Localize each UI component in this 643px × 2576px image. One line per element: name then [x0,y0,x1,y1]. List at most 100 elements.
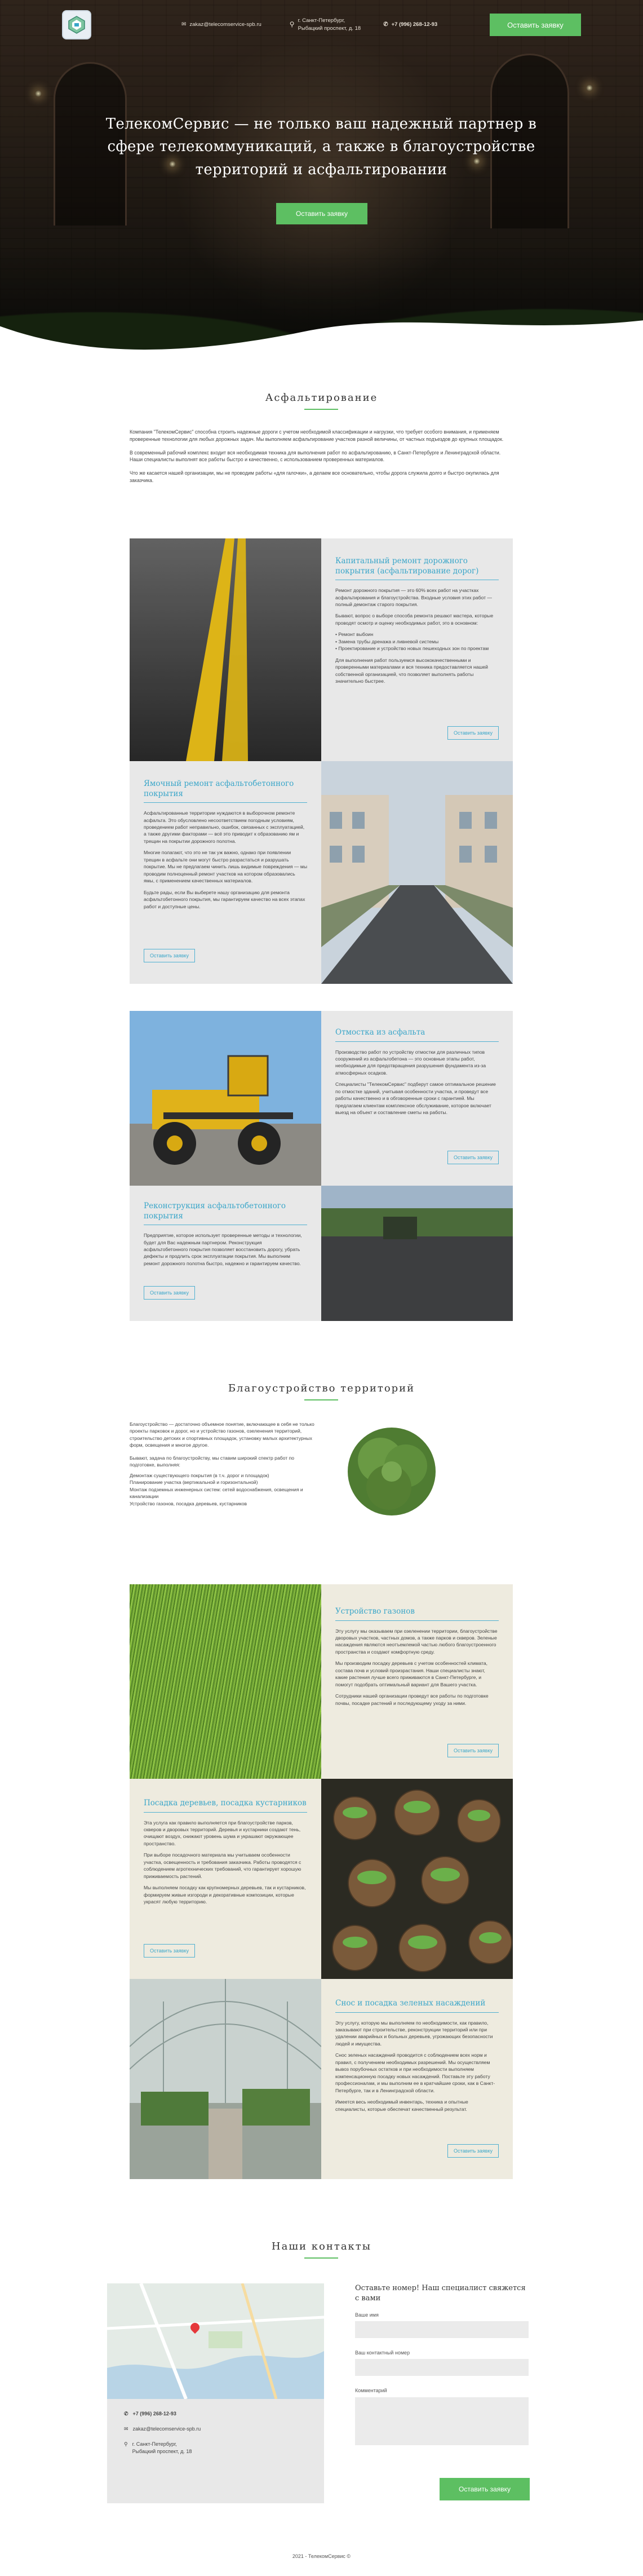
footer-copyright: 2021 - ТелекомСервис © [292,2553,351,2559]
hero-wave-divider [0,320,643,361]
contact-phone[interactable]: ✆ +7 (996) 268-12-93 [124,2410,324,2418]
comment-textarea[interactable] [355,2397,529,2445]
list-item: Ремонт выбоин [335,631,499,638]
title-underline [304,1399,338,1400]
asphalt-card-capital-repair: Капитальный ремонт дорожного покрытия (а… [130,538,513,761]
list-item: Проектирование и устройство новых пешехо… [335,645,499,652]
grass-image [130,1584,321,1779]
company-logo[interactable] [62,10,91,39]
title-underline [304,2257,338,2259]
fresh-asphalt-image [321,1186,513,1321]
list-item: Монтаж подземных инженерных систем: сете… [130,1486,303,1500]
shrub-illustration [348,1428,436,1515]
order-button[interactable]: Оставить заявку [144,949,195,962]
card-paragraph: Эта услуга как правило выполняется при б… [144,1819,301,1846]
card-paragraph: Снос зеленых насаждений проводится с соб… [335,2052,495,2093]
phone-label: Ваш контактный номер [355,2350,410,2356]
greenhouse-image [130,1979,321,2179]
order-button[interactable]: Оставить заявку [144,1944,195,1958]
card-paragraph: Мы выполняем посадку как крупномерных де… [144,1885,306,1905]
phone-input[interactable] [355,2359,529,2376]
card-paragraph: Асфальтированные территории нуждаются в … [144,810,305,844]
card-paragraph: Предприятие, которое использует проверен… [144,1232,302,1266]
road-illustration [130,538,321,761]
envelope-icon: ✉ [124,2426,128,2432]
header-phone[interactable]: ✆ +7 (996) 268-12-93 [383,21,437,29]
submit-button[interactable]: Оставить заявку [440,2478,530,2500]
name-input[interactable] [355,2321,529,2339]
asphalt-intro-p1: Компания "ТелекомСервис" способна строит… [130,429,504,442]
order-button[interactable]: Оставить заявку [447,1151,499,1164]
asphalt-card-reconstruction: Реконструкция асфальтобетонного покрытия… [130,1186,513,1321]
card-title: Реконструкция асфальтобетонного покрытия [144,1201,307,1226]
name-label: Ваше имя [355,2312,379,2318]
hero-title: ТелекомСервис — не только ваш надежный п… [105,116,537,178]
greenhouse-illustration [130,1979,321,2179]
asphalt-intro-p2: В современный рабочий комплекс входит вс… [130,449,501,463]
order-button[interactable]: Оставить заявку [144,1286,195,1300]
map[interactable] [107,2283,324,2399]
card-title: Посадка деревьев, посадка кустарников [144,1799,307,1813]
landscaping-card-lawn: Устройство газонов Эту услугу мы оказыва… [130,1584,513,1779]
map-pin-icon: ⚲ [289,20,295,29]
seedlings-illustration [321,1779,513,1979]
hero-cta-button[interactable]: Оставить заявку [276,203,367,224]
header-phone-text: +7 (996) 268-12-93 [391,21,438,28]
contact-address-line1: г. Санкт-Петербург, [132,2441,177,2447]
contact-address: ⚲ г. Санкт-Петербург, Рыбацкий проспект,… [124,2441,324,2455]
landscaping-intro-p2: Бывают, задача по благоустройству, мы ст… [130,1455,295,1468]
order-button[interactable]: Оставить заявку [447,2144,499,2158]
title-underline [304,409,338,410]
card-title: Ямочный ремонт асфальтобетонного покрыти… [144,779,307,803]
card-paragraph: Эту услугу мы оказываем при озеленении т… [335,1628,498,1655]
asphalt-intro: Компания "ТелекомСервис" способна строит… [130,428,513,491]
form-title: Оставьте номер! Наш специалист свяжется … [355,2284,526,2303]
card-paragraph: Эту услугу, которую мы выполняем по необ… [335,2020,493,2047]
asphalt-intro-p3: Что же касается нашей организации, мы не… [130,470,499,483]
header-address: ⚲ г. Санкт-Петербург, Рыбацкий проспект,… [290,17,361,33]
hero-section: ✉ zakaz@telecomservice-spb.ru ⚲ г. Санкт… [0,0,643,361]
card-paragraph: Специалисты "ТелекомСервис" подберут сам… [335,1081,496,1116]
phone-icon: ✆ [124,2411,128,2416]
header-email-text: zakaz@telecomservice-spb.ru [189,21,261,28]
header: ✉ zakaz@telecomservice-spb.ru ⚲ г. Санкт… [62,8,581,42]
callback-form: Оставьте номер! Наш специалист свяжется … [355,2283,530,2459]
landscaping-intro-p1: Благоустройство — достаточно объемное по… [130,1421,314,1448]
header-address-line1: г. Санкт-Петербург, [298,17,345,24]
order-button[interactable]: Оставить заявку [447,1744,499,1757]
envelope-icon: ✉ [181,21,187,28]
pothole-repair-text: Ямочный ремонт асфальтобетонного покрыти… [130,761,321,984]
card-paragraph: При выборе посадочного материала мы учит… [144,1852,301,1879]
card-paragraph: Производство работ по устройству отмостк… [335,1049,486,1076]
card-paragraph: Для выполнения работ пользуемся высокока… [335,657,488,684]
street-illustration [321,761,513,984]
contact-email[interactable]: ✉ zakaz@telecomservice-spb.ru [124,2425,324,2433]
shrub-image [341,1421,442,1522]
order-button[interactable]: Оставить заявку [447,726,499,740]
comment-label: Комментарий [355,2388,387,2394]
asphalt-card-blind-area: Отмостка из асфальта Производство работ … [130,1011,513,1186]
phone-icon: ✆ [383,21,388,28]
lawn-text: Устройство газонов Эту услугу мы оказыва… [321,1584,513,1779]
blind-area-text: Отмостка из асфальта Производство работ … [321,1011,513,1186]
map-illustration [107,2283,324,2399]
contact-phone-text: +7 (996) 268-12-93 [132,2411,176,2416]
townhouse-street-image [321,761,513,984]
map-pin-icon: ⚲ [124,2441,128,2447]
card-paragraph: Мы производим посадку деревьев с учетом … [335,1660,488,1687]
card-paragraph: Имеется весь необходимый инвентарь, техн… [335,2099,468,2112]
fresh-asphalt-illustration [321,1186,513,1321]
header-cta-button[interactable]: Оставить заявку [490,14,581,36]
reconstruction-text: Реконструкция асфальтобетонного покрытия… [130,1186,321,1321]
contact-email-text: zakaz@telecomservice-spb.ru [132,2426,201,2432]
card-paragraph: Будьте рады, если Вы выберете нашу орган… [144,889,305,909]
card-paragraph: Ремонт дорожного покрытия — это 60% всех… [335,587,493,607]
grader-illustration [130,1011,321,1186]
asphalt-section-title: Асфальтирование [265,392,378,404]
header-email[interactable]: ✉ zakaz@telecomservice-spb.ru [181,21,261,29]
seedlings-image [321,1779,513,1979]
contact-address-line2: Рыбацкий проспект, д. 18 [132,2449,192,2455]
green-removal-text: Снос и посадка зеленых насаждений Эту ус… [321,1979,513,2179]
card-title: Отмостка из асфальта [335,1028,499,1042]
landscaping-bullets: Демонтаж существующего покрытия (в т.ч. … [130,1472,321,1507]
